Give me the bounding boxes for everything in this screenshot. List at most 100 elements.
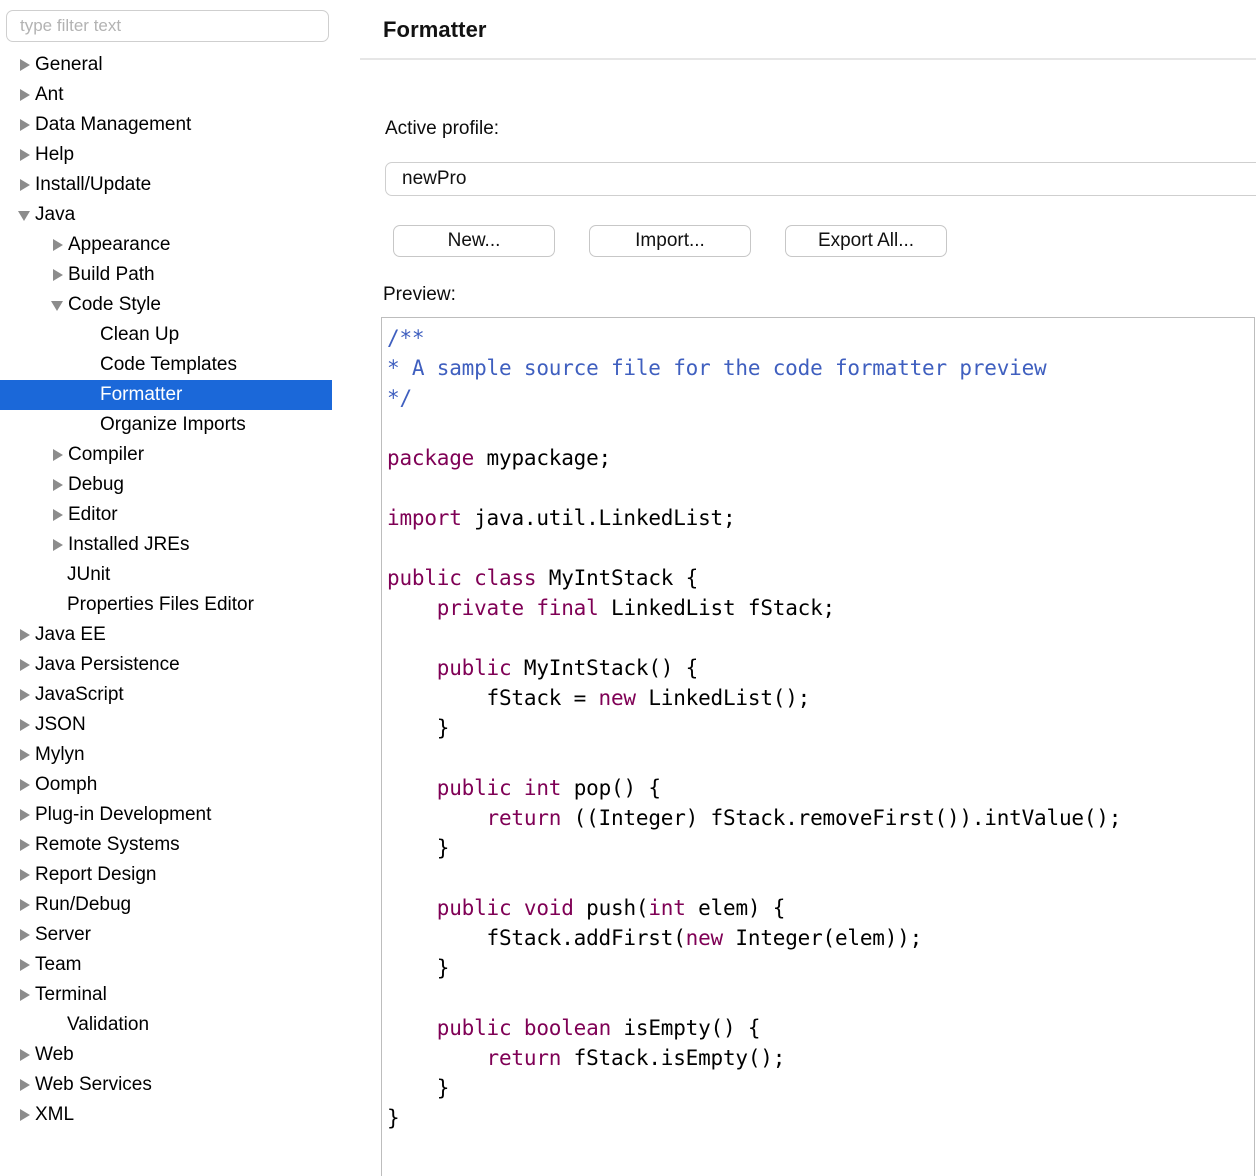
sidebar-item-web-services[interactable]: Web Services xyxy=(0,1070,357,1100)
sidebar-item-code-style[interactable]: Code Style xyxy=(0,290,357,320)
sidebar-item-label: Organize Imports xyxy=(100,414,246,435)
sidebar-item-label: Data Management xyxy=(35,114,192,135)
sidebar-item-general[interactable]: General xyxy=(0,50,357,80)
sidebar-item-label: Compiler xyxy=(68,444,145,465)
sidebar-item-formatter[interactable]: Formatter xyxy=(0,380,332,410)
sidebar-item-debug[interactable]: Debug xyxy=(0,470,357,500)
sidebar-item-label: Appearance xyxy=(68,234,171,255)
active-profile-label: Active profile: xyxy=(385,118,500,139)
sidebar-item-json[interactable]: JSON xyxy=(0,710,357,740)
sidebar-item-server[interactable]: Server xyxy=(0,920,357,950)
chevron-right-icon[interactable] xyxy=(50,230,67,260)
formatter-settings-panel: Formatter Active profile: newPro New... … xyxy=(357,0,1256,1176)
chevron-right-icon[interactable] xyxy=(17,140,34,170)
sidebar-item-organize-imports[interactable]: Organize Imports xyxy=(0,410,357,440)
chevron-right-icon[interactable] xyxy=(50,440,67,470)
sidebar-item-properties-files-editor[interactable]: Properties Files Editor xyxy=(0,590,357,620)
sidebar-item-junit[interactable]: JUnit xyxy=(0,560,357,590)
chevron-right-icon[interactable] xyxy=(17,860,34,890)
active-profile-value: newPro xyxy=(402,168,467,189)
chevron-right-icon[interactable] xyxy=(17,80,34,110)
sidebar-item-label: JSON xyxy=(35,714,86,735)
chevron-right-icon[interactable] xyxy=(17,710,34,740)
chevron-right-icon[interactable] xyxy=(50,470,67,500)
preferences-tree[interactable]: General Ant Data Management Help Install/Upd… xyxy=(0,50,357,1130)
sidebar-item-build-path[interactable]: Build Path xyxy=(0,260,357,290)
sidebar-item-report-design[interactable]: Report Design xyxy=(0,860,357,890)
code-preview-box[interactable]: /** * A sample source file for the code … xyxy=(381,317,1255,1176)
chevron-down-icon[interactable] xyxy=(50,290,67,320)
chevron-right-icon[interactable] xyxy=(17,170,34,200)
sidebar-item-compiler[interactable]: Compiler xyxy=(0,440,357,470)
sidebar-item-install-update[interactable]: Install/Update xyxy=(0,170,357,200)
sidebar-item-label: JavaScript xyxy=(35,684,124,705)
chevron-right-icon[interactable] xyxy=(17,50,34,80)
sidebar-item-installed-jres[interactable]: Installed JREs xyxy=(0,530,357,560)
sidebar-item-oomph[interactable]: Oomph xyxy=(0,770,357,800)
sidebar-item-java-ee[interactable]: Java EE xyxy=(0,620,357,650)
sidebar-item-plug-in-development[interactable]: Plug-in Development xyxy=(0,800,357,830)
chevron-right-icon[interactable] xyxy=(17,1100,34,1130)
new-profile-button[interactable]: New... xyxy=(393,225,555,257)
sidebar-item-java-persistence[interactable]: Java Persistence xyxy=(0,650,357,680)
page-title: Formatter xyxy=(383,17,487,42)
sidebar-item-clean-up[interactable]: Clean Up xyxy=(0,320,357,350)
sidebar-item-web[interactable]: Web xyxy=(0,1040,357,1070)
chevron-right-icon[interactable] xyxy=(17,770,34,800)
filter-container xyxy=(0,0,357,42)
chevron-right-icon[interactable] xyxy=(17,830,34,860)
sidebar-item-label: Team xyxy=(35,954,82,975)
chevron-right-icon[interactable] xyxy=(17,110,34,140)
chevron-right-icon[interactable] xyxy=(17,650,34,680)
chevron-right-icon[interactable] xyxy=(17,950,34,980)
chevron-right-icon[interactable] xyxy=(17,1040,34,1070)
sidebar-item-label: Terminal xyxy=(35,984,107,1005)
chevron-right-icon[interactable] xyxy=(50,260,67,290)
sidebar-item-validation[interactable]: Validation xyxy=(0,1010,357,1040)
sidebar-item-label: Web Services xyxy=(35,1074,152,1095)
sidebar-item-javascript[interactable]: JavaScript xyxy=(0,680,357,710)
sidebar-item-help[interactable]: Help xyxy=(0,140,357,170)
sidebar-item-team[interactable]: Team xyxy=(0,950,357,980)
chevron-down-icon[interactable] xyxy=(17,200,34,230)
sidebar-item-label: Editor xyxy=(68,504,118,525)
search-input[interactable] xyxy=(6,10,329,42)
sidebar-item-label: Build Path xyxy=(68,264,155,285)
sidebar-item-data-management[interactable]: Data Management xyxy=(0,110,357,140)
sidebar-item-label: Java EE xyxy=(35,624,106,645)
sidebar-item-label: Install/Update xyxy=(35,174,152,195)
chevron-right-icon[interactable] xyxy=(17,620,34,650)
chevron-right-icon[interactable] xyxy=(50,530,67,560)
sidebar-item-label: Web xyxy=(35,1044,74,1065)
chevron-right-icon[interactable] xyxy=(17,680,34,710)
chevron-right-icon[interactable] xyxy=(17,890,34,920)
sidebar-item-label: JUnit xyxy=(67,564,111,585)
sidebar-item-ant[interactable]: Ant xyxy=(0,80,357,110)
import-profile-button[interactable]: Import... xyxy=(589,225,751,257)
sidebar-item-remote-systems[interactable]: Remote Systems xyxy=(0,830,357,860)
sidebar-item-appearance[interactable]: Appearance xyxy=(0,230,357,260)
chevron-right-icon[interactable] xyxy=(17,1070,34,1100)
sidebar-item-label: Debug xyxy=(68,474,124,495)
sidebar-item-code-templates[interactable]: Code Templates xyxy=(0,350,357,380)
sidebar-item-label: Clean Up xyxy=(100,324,180,345)
sidebar-item-run-debug[interactable]: Run/Debug xyxy=(0,890,357,920)
chevron-right-icon[interactable] xyxy=(17,740,34,770)
sidebar-item-label: Oomph xyxy=(35,774,98,795)
sidebar-item-xml[interactable]: XML xyxy=(0,1100,357,1130)
sidebar-item-label: Code Style xyxy=(68,294,161,315)
sidebar-item-editor[interactable]: Editor xyxy=(0,500,357,530)
sidebar-item-label: Ant xyxy=(35,84,64,105)
sidebar-item-mylyn[interactable]: Mylyn xyxy=(0,740,357,770)
chevron-right-icon[interactable] xyxy=(17,980,34,1010)
sidebar-item-label: Installed JREs xyxy=(68,534,190,555)
chevron-right-icon[interactable] xyxy=(50,500,67,530)
header-divider xyxy=(360,58,1256,60)
chevron-right-icon[interactable] xyxy=(17,800,34,830)
sidebar-item-java[interactable]: Java xyxy=(0,200,357,230)
export-all-profiles-button[interactable]: Export All... xyxy=(785,225,947,257)
sidebar-item-terminal[interactable]: Terminal xyxy=(0,980,357,1010)
chevron-right-icon[interactable] xyxy=(17,920,34,950)
sidebar-item-label: Formatter xyxy=(100,384,183,405)
active-profile-combobox[interactable]: newPro xyxy=(385,162,1256,196)
